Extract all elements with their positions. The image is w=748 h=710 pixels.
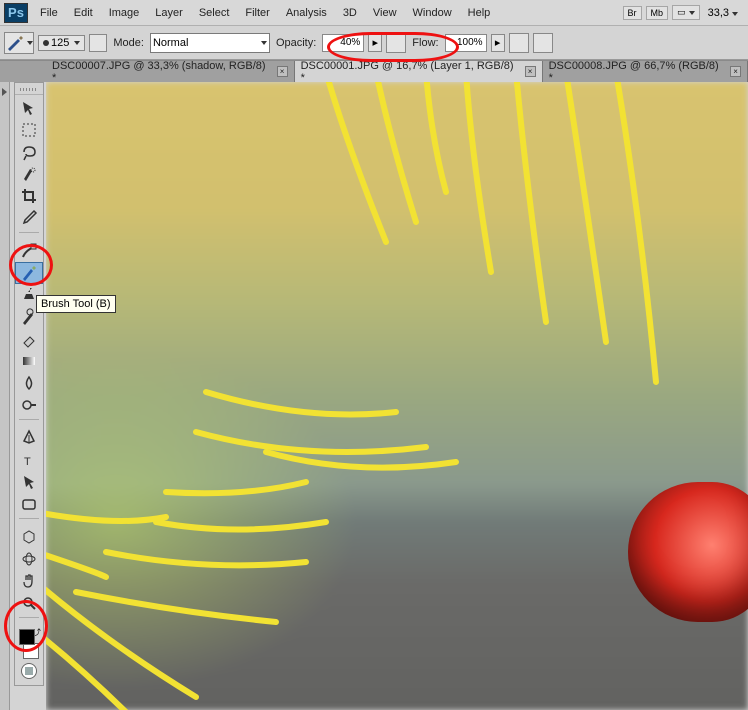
- menu-help[interactable]: Help: [460, 3, 499, 23]
- svg-text:T: T: [24, 456, 31, 468]
- mode-value: Normal: [153, 37, 188, 49]
- document-image: [46, 82, 748, 710]
- marquee-tool[interactable]: [15, 119, 43, 141]
- menu-3d[interactable]: 3D: [335, 3, 365, 23]
- close-icon[interactable]: ×: [525, 66, 536, 77]
- app-logo: Ps: [4, 3, 28, 23]
- brush-strokes-overlay: [46, 82, 748, 710]
- tablet-opacity-toggle[interactable]: [386, 33, 406, 53]
- menu-window[interactable]: Window: [405, 3, 460, 23]
- tab-label: DSC00007.JPG @ 33,3% (shadow, RGB/8) *: [52, 60, 272, 84]
- options-bar: 125 Mode: Normal Opacity: 40% ▸ Flow: 10…: [0, 26, 748, 60]
- flow-label: Flow:: [412, 37, 438, 49]
- tools-panel: T ⤴: [14, 82, 44, 686]
- crop-tool[interactable]: [15, 185, 43, 207]
- menu-image[interactable]: Image: [101, 3, 148, 23]
- menu-file[interactable]: File: [32, 3, 66, 23]
- opacity-label: Opacity:: [276, 37, 316, 49]
- eyedropper-tool[interactable]: [15, 207, 43, 229]
- tab-label: DSC00008.JPG @ 66,7% (RGB/8) *: [549, 60, 725, 84]
- path-select-tool[interactable]: [15, 471, 43, 493]
- collapse-panels-strip[interactable]: [0, 82, 10, 710]
- panel-drag-handle[interactable]: [15, 85, 43, 95]
- type-tool[interactable]: T: [15, 449, 43, 471]
- document-tab-0[interactable]: DSC00007.JPG @ 33,3% (shadow, RGB/8) * ×: [46, 61, 295, 82]
- menu-select[interactable]: Select: [191, 3, 238, 23]
- document-tab-2[interactable]: DSC00008.JPG @ 66,7% (RGB/8) * ×: [543, 61, 748, 82]
- 3d-orbit-tool[interactable]: [15, 548, 43, 570]
- tablet-size-toggle[interactable]: [533, 33, 553, 53]
- close-icon[interactable]: ×: [730, 66, 741, 77]
- menu-filter[interactable]: Filter: [237, 3, 277, 23]
- bridge-launcher[interactable]: Br: [623, 6, 642, 20]
- brush-preview-icon: [43, 40, 49, 46]
- dodge-tool[interactable]: [15, 394, 43, 416]
- document-tabs: DSC00007.JPG @ 33,3% (shadow, RGB/8) * ×…: [0, 60, 748, 82]
- brush-icon: [6, 35, 24, 51]
- brush-picker[interactable]: 125: [38, 35, 85, 51]
- menu-view[interactable]: View: [365, 3, 405, 23]
- menu-analysis[interactable]: Analysis: [278, 3, 335, 23]
- brush-size-value: 125: [51, 37, 69, 49]
- zoom-value: 33,3: [708, 7, 729, 19]
- 3d-rotate-tool[interactable]: [15, 526, 43, 548]
- pen-tool[interactable]: [15, 427, 43, 449]
- document-tab-1[interactable]: DSC00001.JPG @ 16,7% (Layer 1, RGB/8) * …: [295, 61, 543, 82]
- canvas[interactable]: [46, 82, 748, 710]
- quick-select-tool[interactable]: [15, 163, 43, 185]
- flow-flyout[interactable]: ▸: [491, 34, 505, 52]
- tooltip: Brush Tool (B): [36, 295, 116, 313]
- blur-tool[interactable]: [15, 372, 43, 394]
- screen-mode-button[interactable]: ▭: [672, 5, 700, 20]
- menu-layer[interactable]: Layer: [147, 3, 191, 23]
- move-tool[interactable]: [15, 97, 43, 119]
- mode-label: Mode:: [113, 37, 144, 49]
- healing-brush-tool[interactable]: [15, 240, 43, 262]
- opacity-input[interactable]: 40%: [322, 34, 364, 52]
- flow-input[interactable]: 100%: [445, 34, 487, 52]
- opacity-flyout[interactable]: ▸: [368, 34, 382, 52]
- tab-label: DSC00001.JPG @ 16,7% (Layer 1, RGB/8) *: [301, 60, 520, 84]
- brush-tool[interactable]: [15, 262, 43, 284]
- color-swatches[interactable]: ⤴: [19, 629, 39, 659]
- tool-preset-picker[interactable]: [4, 32, 34, 54]
- eraser-tool[interactable]: [15, 328, 43, 350]
- gradient-tool[interactable]: [15, 350, 43, 372]
- quick-mask-toggle[interactable]: [21, 663, 37, 679]
- lasso-tool[interactable]: [15, 141, 43, 163]
- brush-panel-toggle[interactable]: [89, 34, 107, 52]
- foreground-color-swatch[interactable]: [19, 629, 35, 645]
- zoom-level[interactable]: 33,3: [708, 7, 738, 19]
- menubar: Ps File Edit Image Layer Select Filter A…: [0, 0, 748, 26]
- shape-tool[interactable]: [15, 493, 43, 515]
- background-color-swatch[interactable]: [23, 643, 39, 659]
- airbrush-toggle[interactable]: [509, 33, 529, 53]
- menu-edit[interactable]: Edit: [66, 3, 101, 23]
- mode-select[interactable]: Normal: [150, 33, 270, 53]
- minibridge-launcher[interactable]: Mb: [646, 6, 669, 20]
- chevron-down-icon: [261, 41, 267, 45]
- zoom-tool[interactable]: [15, 592, 43, 614]
- close-icon[interactable]: ×: [277, 66, 288, 77]
- hand-tool[interactable]: [15, 570, 43, 592]
